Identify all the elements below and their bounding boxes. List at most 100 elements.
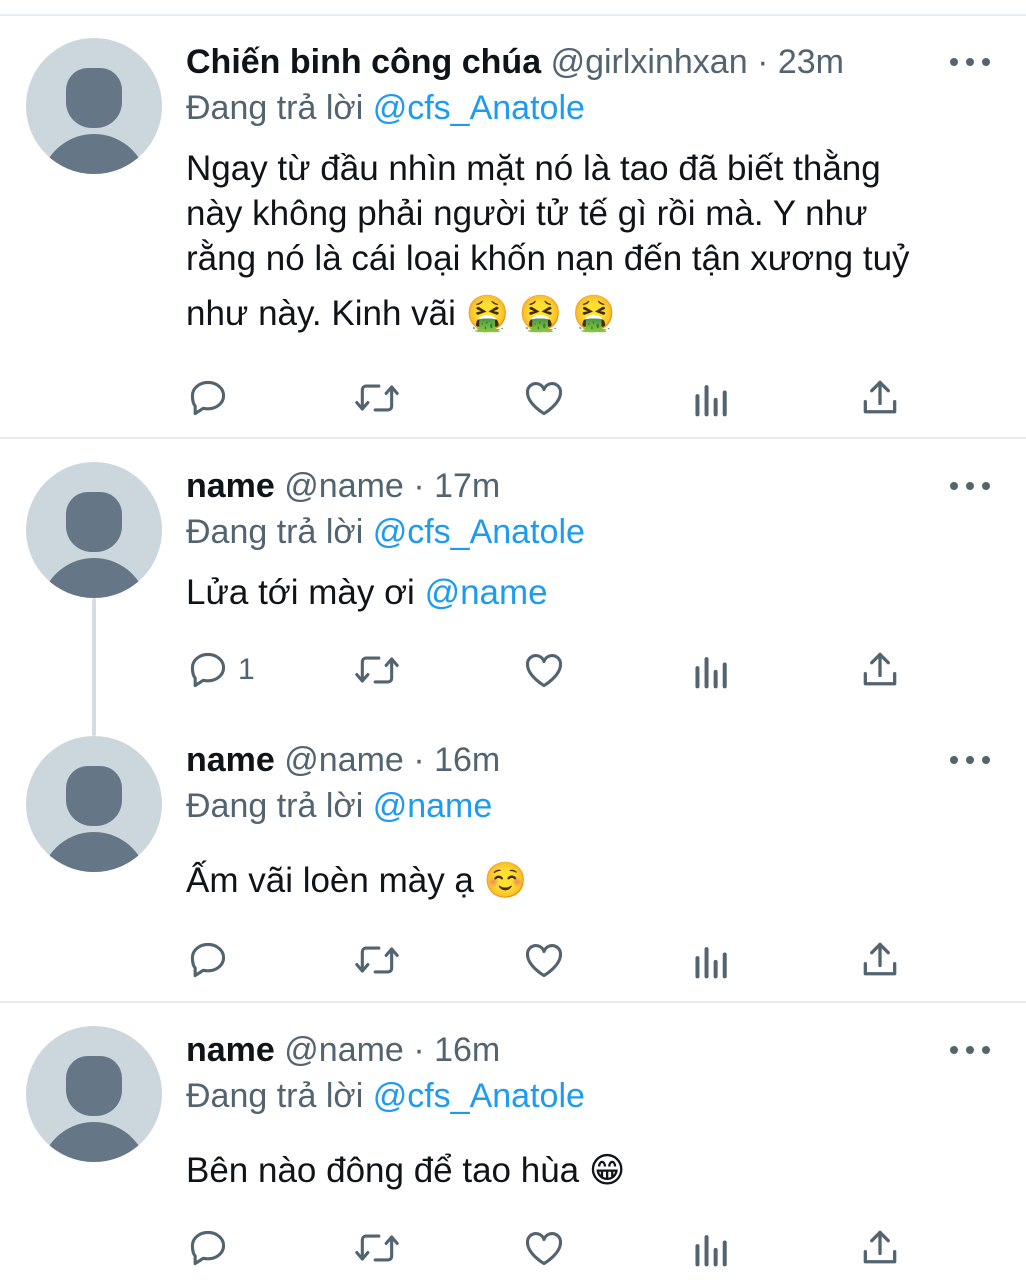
tweet-text: Lửa tới mày ơi @name — [186, 570, 996, 615]
tweet-text: Ngay từ đầu nhìn mặt nó là tao đã biết t… — [186, 146, 996, 336]
reply-icon — [186, 1226, 230, 1270]
share-button[interactable] — [858, 1224, 902, 1272]
tweet-header: name @name · 16m — [186, 1030, 500, 1070]
action-bar — [186, 936, 916, 984]
display-name[interactable]: name — [186, 741, 275, 779]
divider — [0, 437, 1026, 439]
tweet-text-line: Ngay từ đầu nhìn mặt nó là tao đã biết t… — [186, 149, 881, 188]
reply-count: 1 — [238, 653, 255, 686]
reply-context: Đang trả lời @cfs_Anatole — [186, 88, 585, 128]
reply-button[interactable] — [186, 1224, 238, 1272]
reply-to-mention[interactable]: @cfs_Anatole — [373, 513, 585, 551]
more-icon[interactable] — [950, 740, 990, 780]
timestamp[interactable]: 16m — [434, 741, 500, 779]
like-button[interactable] — [522, 1224, 566, 1272]
avatar[interactable] — [26, 38, 162, 174]
reply-prefix: Đang trả lời — [186, 89, 364, 127]
retweet-button[interactable] — [352, 1224, 402, 1272]
reply-to-mention[interactable]: @name — [373, 787, 493, 825]
separator: · — [757, 43, 769, 81]
reply-icon — [186, 376, 230, 420]
analytics-button[interactable] — [692, 1224, 732, 1272]
action-bar — [186, 1224, 916, 1272]
like-icon — [522, 648, 566, 692]
handle[interactable]: @girlxinhxan — [551, 43, 748, 81]
more-icon[interactable] — [950, 1030, 990, 1070]
reply-icon — [186, 938, 230, 982]
retweet-button[interactable] — [352, 374, 402, 422]
timestamp[interactable]: 23m — [778, 43, 844, 81]
tweet-text: Bên nào đông để tao hùa 😁 — [186, 1148, 996, 1193]
tweet-text-line: như này. Kinh vãi 🤮 🤮 🤮 — [186, 294, 616, 333]
retweet-button[interactable] — [352, 646, 402, 694]
reply-context: Đang trả lời @cfs_Anatole — [186, 1076, 585, 1116]
thread-line — [92, 598, 96, 736]
analytics-icon — [692, 938, 732, 982]
handle[interactable]: @name — [284, 467, 404, 505]
tweet-header: name @name · 17m — [186, 466, 500, 506]
share-button[interactable] — [858, 374, 902, 422]
like-button[interactable] — [522, 646, 566, 694]
analytics-icon — [692, 376, 732, 420]
analytics-button[interactable] — [692, 646, 732, 694]
tweet-text-line: này không phải người tử tế gì rồi mà. Y … — [186, 194, 868, 233]
timestamp[interactable]: 17m — [434, 467, 500, 505]
share-button[interactable] — [858, 646, 902, 694]
reply-prefix: Đang trả lời — [186, 513, 364, 551]
reply-button[interactable] — [186, 374, 238, 422]
reply-icon — [186, 648, 230, 692]
reply-prefix: Đang trả lời — [186, 787, 364, 825]
avatar[interactable] — [26, 1026, 162, 1162]
analytics-button[interactable] — [692, 374, 732, 422]
reply-button[interactable]: 1 — [186, 646, 255, 694]
share-icon — [858, 938, 902, 982]
reply-context: Đang trả lời @name — [186, 786, 492, 826]
top-divider — [0, 14, 1026, 16]
share-button[interactable] — [858, 936, 902, 984]
more-icon[interactable] — [950, 466, 990, 506]
tweet-header: name @name · 16m — [186, 740, 500, 780]
display-name[interactable]: Chiến binh công chúa — [186, 43, 541, 81]
retweet-button[interactable] — [352, 936, 402, 984]
timestamp[interactable]: 16m — [434, 1031, 500, 1069]
reply-button[interactable] — [186, 936, 238, 984]
divider — [0, 1001, 1026, 1003]
analytics-button[interactable] — [692, 936, 732, 984]
like-button[interactable] — [522, 374, 566, 422]
retweet-icon — [352, 376, 402, 420]
text-mention[interactable]: @name — [425, 573, 548, 612]
like-icon — [522, 938, 566, 982]
retweet-icon — [352, 938, 402, 982]
separator: · — [413, 1031, 425, 1069]
like-icon — [522, 1226, 566, 1270]
display-name[interactable]: name — [186, 467, 275, 505]
tweet-text-body: Lửa tới mày ơi — [186, 573, 425, 612]
separator: · — [413, 467, 425, 505]
like-icon — [522, 376, 566, 420]
share-icon — [858, 376, 902, 420]
like-button[interactable] — [522, 936, 566, 984]
share-icon — [858, 1226, 902, 1270]
tweet-text-body: Ấm vãi loèn mày ạ ☺️ — [186, 861, 528, 900]
handle[interactable]: @name — [284, 1031, 404, 1069]
reply-to-mention[interactable]: @cfs_Anatole — [373, 1077, 585, 1115]
more-icon[interactable] — [950, 42, 990, 82]
retweet-icon — [352, 648, 402, 692]
reply-prefix: Đang trả lời — [186, 1077, 364, 1115]
tweet-text-body: Bên nào đông để tao hùa 😁 — [186, 1151, 626, 1190]
action-bar: 1 — [186, 646, 916, 694]
tweet-text-line: rằng nó là cái loại khốn nạn đến tận xươ… — [186, 239, 910, 278]
analytics-icon — [692, 1226, 732, 1270]
reply-context: Đang trả lời @cfs_Anatole — [186, 512, 585, 552]
avatar[interactable] — [26, 462, 162, 598]
analytics-icon — [692, 648, 732, 692]
action-bar — [186, 374, 916, 422]
handle[interactable]: @name — [284, 741, 404, 779]
tweet-text: Ấm vãi loèn mày ạ ☺️ — [186, 858, 996, 903]
share-icon — [858, 648, 902, 692]
reply-to-mention[interactable]: @cfs_Anatole — [373, 89, 585, 127]
display-name[interactable]: name — [186, 1031, 275, 1069]
retweet-icon — [352, 1226, 402, 1270]
avatar[interactable] — [26, 736, 162, 872]
separator: · — [413, 741, 425, 779]
